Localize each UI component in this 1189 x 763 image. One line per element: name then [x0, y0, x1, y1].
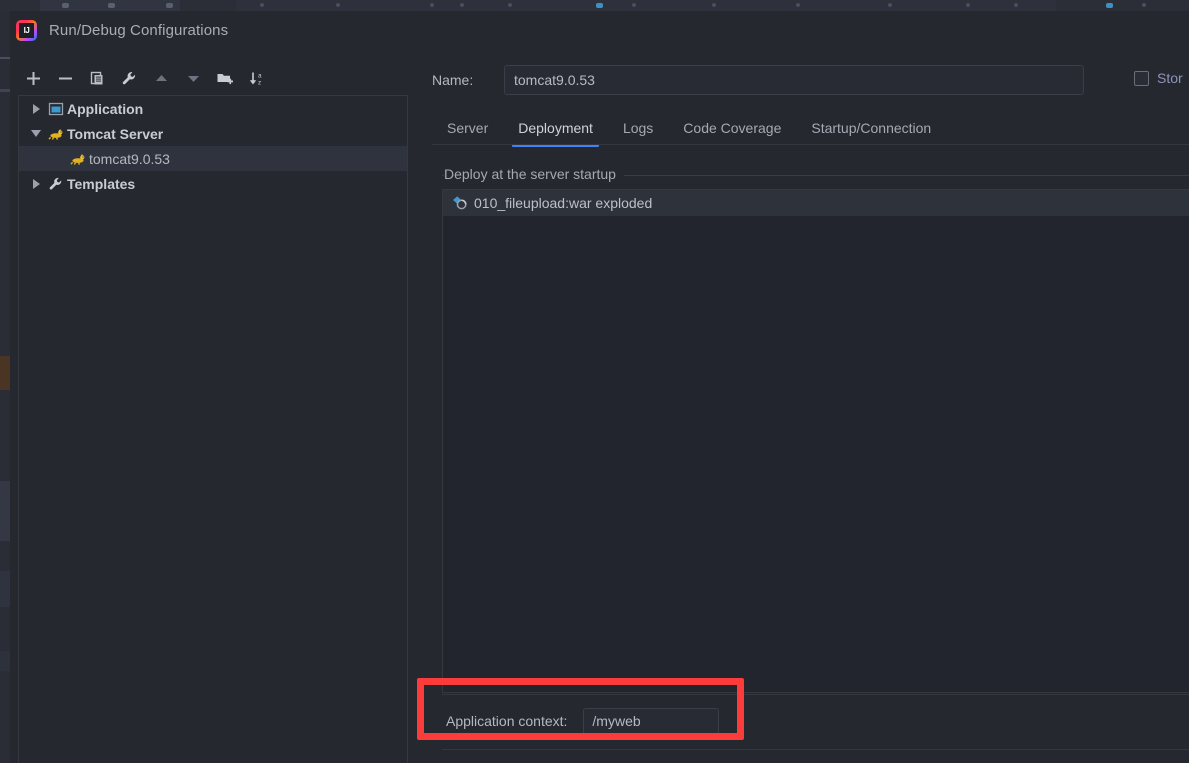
tab-label: Deployment — [518, 120, 593, 136]
sort-az-icon: a z — [249, 72, 262, 86]
tree-item-label: tomcat9.0.53 — [89, 150, 170, 167]
edit-templates-button[interactable] — [114, 64, 144, 92]
dialog-title: Run/Debug Configurations — [49, 21, 229, 39]
intellij-idea-logo-icon — [16, 19, 37, 41]
application-context-row: Application context: — [442, 695, 1189, 747]
tab-startup-connection[interactable]: Startup/Connection — [796, 111, 946, 145]
move-down-button[interactable] — [178, 64, 208, 92]
tab-label: Code Coverage — [683, 120, 782, 136]
tab-label: Logs — [622, 120, 654, 136]
artifact-label: 010_fileupload:war exploded — [474, 195, 653, 211]
tomcat-icon — [45, 121, 67, 146]
artifact-icon — [451, 194, 469, 212]
minus-icon — [58, 77, 72, 79]
configurations-tree[interactable]: Application Tomcat Server tomcat9.0.53 T… — [18, 95, 408, 763]
background-ide-toolbar-strip — [0, 0, 1189, 11]
tree-item-templates[interactable]: Templates — [19, 171, 407, 196]
tree-item-label: Application — [67, 100, 144, 117]
remove-configuration-button[interactable] — [50, 64, 80, 92]
new-folder-button[interactable] — [210, 64, 240, 92]
tab-label: Startup/Connection — [811, 120, 932, 136]
configurations-toolbar[interactable]: a z — [18, 63, 410, 93]
tab-server[interactable]: Server — [432, 111, 503, 145]
name-label: Name: — [432, 72, 474, 88]
copy-icon — [90, 71, 102, 84]
wrench-icon — [45, 171, 67, 196]
collapse-arrow-down-icon[interactable] — [27, 121, 45, 146]
configuration-editor-pane: Name: Stor Server Deployment Logs Code C… — [418, 49, 1189, 763]
tomcat-icon — [67, 146, 89, 171]
plus-icon — [26, 71, 40, 85]
deploy-group-title: Deploy at the server startup — [444, 166, 624, 182]
deployment-artifacts-list[interactable]: 010_fileupload:war exploded — [442, 189, 1189, 693]
sort-configurations-button[interactable]: a z — [242, 64, 272, 92]
background-app-left-edge — [0, 11, 10, 763]
tree-item-application[interactable]: Application — [19, 96, 407, 121]
store-checkbox[interactable] — [1134, 70, 1149, 86]
svg-text:z: z — [258, 79, 261, 86]
store-as-project-file-option[interactable]: Stor — [1134, 70, 1183, 86]
move-up-button[interactable] — [146, 64, 176, 92]
application-context-input[interactable] — [583, 707, 720, 735]
add-configuration-button[interactable] — [18, 64, 48, 92]
tree-item-tomcat9053[interactable]: tomcat9.0.53 — [19, 146, 407, 171]
configuration-tabs[interactable]: Server Deployment Logs Code Coverage Sta… — [432, 111, 1189, 147]
tree-item-label: Tomcat Server — [67, 125, 164, 142]
expand-arrow-right-icon[interactable] — [27, 171, 45, 196]
tree-item-tomcat-server[interactable]: Tomcat Server — [19, 121, 407, 146]
expand-arrow-right-icon[interactable] — [27, 96, 45, 121]
name-row: Name: — [432, 64, 1189, 96]
tree-item-label: Templates — [67, 175, 136, 192]
tabs-separator — [432, 144, 1189, 145]
arrow-up-icon — [155, 74, 167, 81]
run-debug-dialog: Run/Debug Configurations — [10, 11, 1189, 763]
wrench-icon — [122, 71, 135, 84]
tab-logs[interactable]: Logs — [608, 111, 668, 145]
context-bottom-separator — [442, 749, 1189, 750]
name-input[interactable] — [504, 65, 1084, 95]
dialog-titlebar: Run/Debug Configurations — [10, 11, 1189, 49]
application-context-label: Application context: — [446, 713, 568, 729]
arrow-down-icon — [187, 75, 199, 82]
tab-label: Server — [447, 120, 489, 136]
store-label: Stor — [1157, 70, 1183, 86]
application-icon — [45, 96, 67, 121]
folder-add-icon — [217, 73, 233, 84]
tab-code-coverage[interactable]: Code Coverage — [668, 111, 796, 145]
tab-deployment[interactable]: Deployment — [503, 111, 608, 147]
copy-configuration-button[interactable] — [82, 64, 112, 92]
run-debug-configurations-screen: Run/Debug Configurations — [0, 0, 1189, 763]
list-item[interactable]: 010_fileupload:war exploded — [443, 190, 1189, 216]
